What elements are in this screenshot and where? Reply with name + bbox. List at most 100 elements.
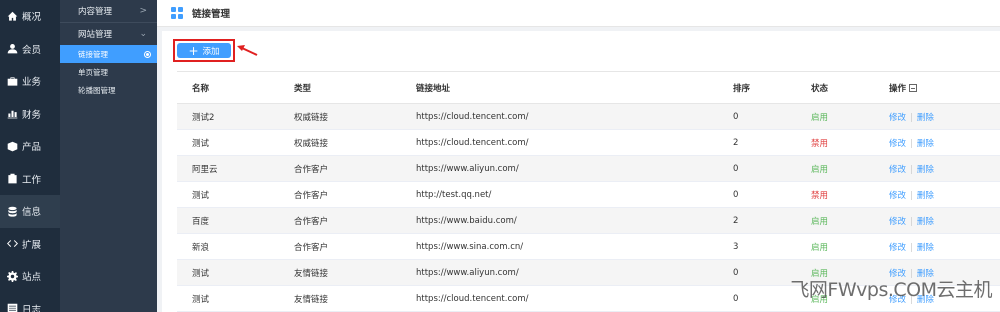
subnav-item-label: 链接管理 — [78, 49, 108, 59]
table-row: 测试 合作客户 http://test.qq.net/0 禁用 修改 | 删除 — [177, 181, 1000, 208]
highlight-box: + 添加 — [173, 39, 235, 62]
cell-order: 0 — [718, 155, 796, 182]
cell-url: https://cloud.tencent.com/ — [401, 103, 718, 130]
delete-link[interactable]: 删除 — [917, 217, 934, 227]
status-badge: 启用 — [796, 155, 874, 182]
cell-ops: 修改 | 删除 — [874, 129, 1000, 156]
sidebar-item-overview[interactable]: 概况 — [0, 0, 60, 33]
table-row: 百度 合作客户 https://www.baidu.com/2 启用 修改 | 删除 — [177, 207, 1000, 234]
subnav-group-label: 内容管理 — [78, 7, 113, 17]
subnav-item-page-management[interactable]: 单页管理 — [60, 63, 157, 81]
delete-link[interactable]: 删除 — [917, 165, 934, 175]
sidebar-item-extensions[interactable]: 扩展 — [0, 228, 60, 261]
sidebar-item-label: 工作 — [22, 174, 42, 186]
list-icon — [6, 303, 18, 312]
separator: | — [910, 190, 913, 201]
cell-order: 0 — [718, 103, 796, 130]
edit-link[interactable]: 修改 — [889, 243, 906, 253]
edit-link[interactable]: 修改 — [889, 217, 906, 227]
edit-link[interactable]: 修改 — [889, 165, 906, 175]
cell-url: https://www.sina.com.cn/ — [401, 233, 718, 260]
table-header-row: 名称 类型 链接地址 排序 状态 操作 — [177, 71, 1000, 104]
cell-name: 阿里云 — [177, 155, 279, 182]
sidebar-item-business[interactable]: 业务 — [0, 65, 60, 98]
cell-name: 测试2 — [177, 103, 279, 130]
col-header-order: 排序 — [718, 71, 796, 104]
delete-link[interactable]: 删除 — [917, 191, 934, 201]
cell-type: 合作客户 — [279, 181, 401, 208]
column-settings-icon[interactable] — [909, 83, 918, 92]
grid-icon — [171, 7, 183, 19]
gear-icon — [6, 270, 18, 282]
separator: | — [910, 112, 913, 123]
briefcase-icon — [6, 75, 18, 87]
delete-link[interactable]: 删除 — [917, 243, 934, 253]
cell-url: https://cloud.tencent.com/ — [401, 285, 718, 312]
cell-name: 测试 — [177, 285, 279, 312]
cell-url: https://www.aliyun.com/ — [401, 155, 718, 182]
sidebar-item-label: 概况 — [22, 12, 42, 24]
cell-ops: 修改 | 删除 — [874, 207, 1000, 234]
subnav-item-link-management[interactable]: 链接管理 — [60, 45, 157, 63]
clipboard-icon — [6, 173, 18, 185]
chevron-down-icon: ⌄ — [139, 29, 147, 39]
status-badge: 禁用 — [796, 129, 874, 156]
database-icon — [6, 205, 18, 217]
cell-order: 0 — [718, 259, 796, 286]
separator: | — [910, 216, 913, 227]
user-icon — [6, 43, 18, 55]
cell-type: 合作客户 — [279, 233, 401, 260]
cell-name: 测试 — [177, 129, 279, 156]
sidebar-item-label: 产品 — [22, 142, 42, 154]
cell-name: 测试 — [177, 259, 279, 286]
cell-ops: 修改 | 删除 — [874, 181, 1000, 208]
home-icon — [6, 10, 18, 22]
page-title: 链接管理 — [192, 9, 231, 20]
sidebar-item-label: 站点 — [22, 272, 42, 284]
cell-ops: 修改 | 删除 — [874, 155, 1000, 182]
col-header-url: 链接地址 — [401, 71, 718, 104]
edit-link[interactable]: 修改 — [889, 139, 906, 149]
main-sidebar: 概况 会员 业务 财务 产品 工作 信息 扩展 站点 日志 — [0, 0, 60, 312]
sidebar-item-site[interactable]: 站点 — [0, 260, 60, 293]
main-area: 链接管理 + 添加 名称 类型 链接地址 排序 状态 操作 测试2 权威链接 h… — [157, 0, 1000, 312]
subnav-group-website[interactable]: 网站管理 ⌄ — [60, 23, 157, 45]
cell-order: 2 — [718, 207, 796, 234]
edit-link[interactable]: 修改 — [889, 113, 906, 123]
sidebar-item-work[interactable]: 工作 — [0, 163, 60, 196]
cell-name: 新浪 — [177, 233, 279, 260]
separator: | — [910, 138, 913, 149]
sidebar-item-info[interactable]: 信息 — [0, 195, 60, 228]
status-badge: 禁用 — [796, 181, 874, 208]
delete-link[interactable]: 删除 — [917, 113, 934, 123]
cell-type: 合作客户 — [279, 155, 401, 182]
cell-name: 测试 — [177, 181, 279, 208]
cell-order: 0 — [718, 181, 796, 208]
subnav-item-label: 单页管理 — [78, 67, 108, 77]
subnav-group-content[interactable]: 内容管理 > — [60, 0, 157, 22]
delete-link[interactable]: 删除 — [917, 139, 934, 149]
status-badge: 启用 — [796, 207, 874, 234]
cell-url: http://test.qq.net/ — [401, 181, 718, 208]
subnav-group-label: 网站管理 — [78, 30, 113, 40]
col-header-name: 名称 — [177, 71, 279, 104]
cell-type: 合作客户 — [279, 207, 401, 234]
watermark: 飞网FWvps.COM云主机 — [790, 279, 992, 301]
sidebar-item-products[interactable]: 产品 — [0, 130, 60, 163]
edit-link[interactable]: 修改 — [889, 191, 906, 201]
cell-type: 权威链接 — [279, 129, 401, 156]
status-badge: 启用 — [796, 103, 874, 130]
cell-order: 3 — [718, 233, 796, 260]
cell-ops: 修改 | 删除 — [874, 103, 1000, 130]
sidebar-item-members[interactable]: 会员 — [0, 33, 60, 66]
plus-icon: + — [188, 43, 199, 58]
sidebar-item-logs[interactable]: 日志 — [0, 293, 60, 312]
cell-type: 友情链接 — [279, 285, 401, 312]
chart-icon — [6, 108, 18, 120]
sidebar-item-finance[interactable]: 财务 — [0, 98, 60, 131]
separator: | — [910, 164, 913, 175]
add-button[interactable]: + 添加 — [177, 43, 231, 58]
subnav-item-carousel-management[interactable]: 轮播图管理 — [60, 81, 157, 99]
sidebar-item-label: 会员 — [22, 44, 42, 56]
cell-type: 友情链接 — [279, 259, 401, 286]
